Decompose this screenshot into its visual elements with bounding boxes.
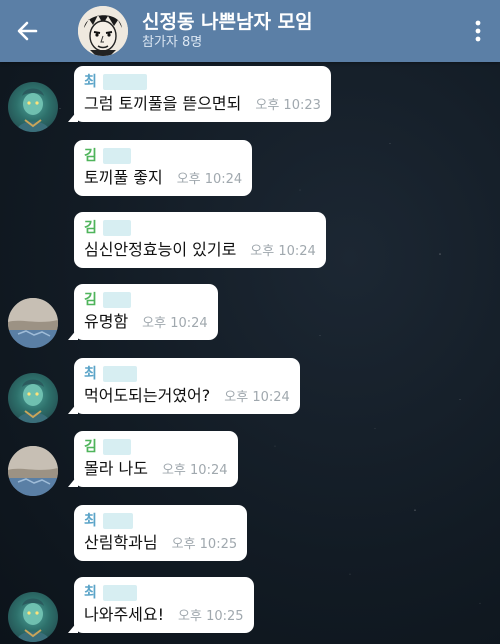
message-text: 토끼풀 좋지 (84, 168, 163, 187)
redacted-name-block (102, 292, 131, 308)
redacted-name-block (102, 366, 137, 382)
redacted-name-block (102, 74, 147, 90)
message-text: 나와주세요! (84, 605, 165, 624)
sender-name: 김 (84, 218, 316, 238)
message-time: 오후 10:24 (161, 463, 228, 478)
redacted-name-block (102, 585, 137, 601)
message-time: 오후 10:25 (171, 537, 238, 552)
sender-name: 김 (84, 146, 242, 166)
avatar-kim[interactable] (8, 298, 58, 348)
message-bubble[interactable]: 최 그럼 토끼풀을 뜯으면되 오후 10:23 (68, 66, 331, 122)
avatar-choi[interactable] (8, 592, 58, 642)
chat-header: 신정동 나쁜남자 모임 참가자 8명 (0, 0, 500, 62)
message-text: 심신안정효능이 있기로 (84, 240, 237, 259)
message-text: 산림학과님 (84, 533, 158, 552)
message-time: 오후 10:24 (224, 390, 290, 405)
landscape-avatar-icon (8, 446, 58, 496)
message-bubble[interactable]: 최 먹어도되는거였어? 오후 10:24 (68, 358, 300, 414)
message-text: 유명함 (84, 312, 129, 331)
participant-count: 참가자 8명 (142, 35, 203, 50)
creature-avatar-icon (16, 379, 50, 423)
message-time: 오후 10:24 (142, 316, 208, 331)
sender-name: 최 (84, 72, 321, 92)
back-button[interactable] (0, 0, 54, 62)
message-time: 오후 10:23 (255, 98, 321, 113)
message-bubble[interactable]: 김 몰라 나도 오후 10:24 (68, 431, 238, 487)
redacted-name-block (102, 439, 131, 455)
redacted-name-block (102, 513, 133, 529)
arrow-left-icon (17, 21, 38, 41)
message-bubble[interactable]: 김 유명함 오후 10:24 (68, 284, 218, 340)
message-bubble[interactable]: 최 나와주세요! 오후 10:25 (68, 577, 254, 633)
message-bubble[interactable]: 김 토끼풀 좋지 오후 10:24 (74, 140, 253, 196)
creature-avatar-icon (16, 88, 50, 132)
message-time: 오후 10:24 (176, 172, 243, 187)
message-text: 몰라 나도 (84, 459, 148, 478)
sender-name: 최 (84, 511, 237, 531)
redacted-name-block (102, 220, 131, 236)
manga-face-icon (78, 6, 128, 56)
group-title: 신정동 나쁜남자 모임 (142, 11, 313, 33)
sender-name: 최 (84, 364, 290, 384)
redacted-name-block (102, 148, 131, 164)
sender-name: 김 (84, 437, 228, 457)
more-menu-button[interactable] (456, 0, 500, 62)
message-bubble[interactable]: 김 심신안정효능이 있기로 오후 10:24 (74, 212, 326, 268)
sender-name: 최 (84, 583, 244, 603)
avatar-kim[interactable] (8, 446, 58, 496)
message-time: 오후 10:24 (250, 244, 316, 259)
group-avatar[interactable] (78, 6, 128, 56)
more-vertical-icon (475, 20, 481, 42)
message-text: 그럼 토끼풀을 뜯으면되 (84, 94, 242, 113)
creature-avatar-icon (16, 598, 50, 642)
message-bubble[interactable]: 최 산림학과님 오후 10:25 (74, 505, 248, 561)
avatar-choi[interactable] (8, 373, 58, 423)
message-text: 먹어도되는거였어? (84, 386, 211, 405)
sender-name: 김 (84, 290, 208, 310)
landscape-avatar-icon (8, 298, 58, 348)
header-text[interactable]: 신정동 나쁜남자 모임 참가자 8명 (142, 10, 456, 52)
avatar-choi[interactable] (8, 82, 58, 132)
message-time: 오후 10:25 (178, 609, 244, 624)
